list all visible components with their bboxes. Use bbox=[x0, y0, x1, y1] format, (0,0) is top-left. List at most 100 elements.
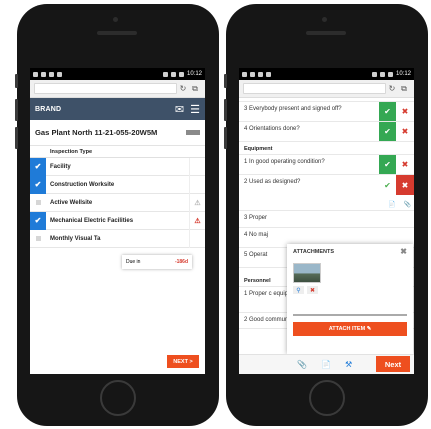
check-icon: ✔ bbox=[384, 127, 391, 136]
section-header-equipment: Equipment bbox=[239, 142, 414, 155]
check-icon: ✔ bbox=[384, 180, 391, 190]
checkbox-checked[interactable]: ✔ bbox=[30, 157, 46, 176]
inspection-type-row[interactable]: ✔ Mechanical Electric Facilities ⚠ bbox=[30, 211, 205, 230]
page-title: Gas Plant North 11-21-055-20W5M bbox=[35, 128, 158, 137]
screen-left: 10:12 ↻ ⧉ BRAND ✉ ☰ Gas Plant North 11-2… bbox=[30, 68, 205, 374]
menu-icon[interactable]: ☰ bbox=[190, 103, 200, 116]
screen-right: 10:12 ↻ ⧉ 3 Everybody present and signed… bbox=[239, 68, 414, 374]
yes-button[interactable]: ✔ bbox=[379, 175, 396, 195]
yes-button[interactable]: ✔ bbox=[379, 102, 396, 121]
question-text: 3 Proper bbox=[244, 215, 268, 221]
inspection-type-label: Active Wellsite bbox=[50, 199, 93, 206]
divider bbox=[293, 314, 407, 316]
brand-logo: BRAND bbox=[35, 105, 62, 113]
inspection-type-label: Mechanical Electric Facilities bbox=[50, 217, 134, 224]
yes-button[interactable]: ✔ bbox=[379, 155, 396, 174]
close-icon: ✖ bbox=[401, 127, 409, 136]
front-camera bbox=[322, 17, 327, 22]
no-button[interactable]: ✖ bbox=[396, 175, 414, 195]
next-button[interactable]: NEXT > bbox=[167, 355, 199, 368]
phone-right: 10:12 ↻ ⧉ 3 Everybody present and signed… bbox=[224, 4, 428, 426]
volume-up-button bbox=[15, 99, 18, 121]
warning-icon[interactable]: ⚠ bbox=[189, 193, 205, 212]
attach-icon[interactable]: 📎 bbox=[404, 201, 411, 208]
mute-switch bbox=[224, 74, 227, 88]
status-time: 10:12 bbox=[186, 71, 202, 77]
title-badge bbox=[186, 130, 200, 135]
inspection-type-label: Monthly Visual Ta bbox=[50, 235, 101, 242]
home-button bbox=[309, 380, 345, 416]
volume-down-button bbox=[224, 127, 227, 149]
status-bar: 10:12 bbox=[239, 68, 414, 80]
site-title-row: Gas Plant North 11-21-055-20W5M bbox=[30, 120, 205, 146]
question-row: 4 Orientations done? ✔ ✖ bbox=[239, 122, 414, 142]
attachments-modal: ATTACHMENTS ✖ ⚲ ✖ ATTACH ITEM ✎ bbox=[287, 244, 413, 354]
check-icon: ✔ bbox=[34, 162, 42, 171]
close-icon: ✖ bbox=[401, 180, 409, 190]
tools-icon[interactable]: ⚒ bbox=[345, 360, 352, 369]
document-icon[interactable]: 📄 bbox=[321, 360, 331, 369]
check-icon: ✔ bbox=[34, 180, 42, 189]
no-button[interactable]: ✖ bbox=[396, 155, 414, 174]
question-row: 3 Proper bbox=[239, 211, 414, 228]
close-icon: ✖ bbox=[401, 160, 409, 169]
checkbox-checked[interactable]: ✔ bbox=[30, 175, 46, 194]
mail-icon[interactable]: ✉ bbox=[175, 103, 184, 116]
inspection-type-row[interactable]: ✔ Facility bbox=[30, 157, 205, 176]
due-in-value: -186d bbox=[174, 259, 188, 265]
document-icon[interactable]: 📄 bbox=[388, 201, 395, 208]
question-text: 1 In good operating condition? bbox=[244, 159, 325, 165]
checkbox-unchecked[interactable] bbox=[30, 230, 46, 248]
warning-icon[interactable]: ⚠ bbox=[189, 211, 205, 230]
refresh-icon[interactable]: ↻ bbox=[386, 84, 398, 93]
inspection-type-label: Facility bbox=[50, 163, 71, 170]
status-bar: 10:12 bbox=[30, 68, 205, 80]
attach-icon[interactable]: 📎 bbox=[297, 360, 307, 369]
close-icon: ✖ bbox=[401, 107, 409, 116]
refresh-icon[interactable]: ↻ bbox=[177, 84, 189, 93]
front-camera bbox=[113, 17, 118, 22]
status-time: 10:12 bbox=[395, 71, 411, 77]
inspection-type-row[interactable]: ✔ Construction Worksite bbox=[30, 175, 205, 194]
no-button[interactable]: ✖ bbox=[396, 122, 414, 141]
due-in-label: Due in bbox=[126, 259, 141, 265]
close-icon[interactable]: ✖ bbox=[400, 248, 407, 256]
question-row: 3 Everybody present and signed off? ✔ ✖ bbox=[239, 102, 414, 122]
attach-item-button[interactable]: ATTACH ITEM ✎ bbox=[293, 322, 407, 336]
yes-button[interactable]: ✔ bbox=[379, 122, 396, 141]
volume-down-button bbox=[15, 127, 18, 149]
tabs-icon[interactable]: ⧉ bbox=[189, 84, 201, 94]
volume-up-button bbox=[224, 99, 227, 121]
search-icon[interactable]: ⚲ bbox=[293, 286, 304, 294]
browser-url-bar: ↻ ⧉ bbox=[239, 80, 414, 98]
app-header: BRAND ✉ ☰ bbox=[30, 98, 205, 120]
checkbox-checked[interactable]: ✔ bbox=[30, 211, 46, 230]
question-text: 3 Everybody present and signed off? bbox=[244, 106, 342, 112]
question-text: 2 Used as designed? bbox=[244, 179, 301, 185]
no-button[interactable]: ✖ bbox=[396, 102, 414, 121]
check-icon: ✔ bbox=[384, 107, 391, 116]
inspection-type-header: Inspection Type bbox=[30, 146, 205, 158]
home-button bbox=[100, 380, 136, 416]
due-in-tooltip: Due in -186d bbox=[122, 255, 192, 269]
earpiece-speaker bbox=[97, 31, 137, 35]
inspection-type-row[interactable]: Monthly Visual Ta bbox=[30, 229, 205, 248]
inspection-type-label: Construction Worksite bbox=[50, 181, 115, 188]
attachments-title: ATTACHMENTS bbox=[293, 249, 335, 255]
check-icon: ✔ bbox=[384, 160, 391, 169]
earpiece-speaker bbox=[306, 31, 346, 35]
tabs-icon[interactable]: ⧉ bbox=[398, 84, 410, 94]
checkbox-unchecked[interactable] bbox=[30, 194, 46, 212]
question-row: 1 In good operating condition? ✔ ✖ bbox=[239, 155, 414, 175]
browser-url-bar: ↻ ⧉ bbox=[30, 80, 205, 98]
check-icon: ✔ bbox=[34, 216, 42, 225]
url-input[interactable] bbox=[243, 83, 386, 94]
delete-icon[interactable]: ✖ bbox=[307, 286, 318, 294]
next-button[interactable]: Next bbox=[376, 356, 410, 372]
question-text: 4 Orientations done? bbox=[244, 126, 300, 132]
url-input[interactable] bbox=[34, 83, 177, 94]
question-row: 2 Used as designed? ✔ ✖ 📄 📎 bbox=[239, 175, 414, 211]
phone-left: 10:12 ↻ ⧉ BRAND ✉ ☰ Gas Plant North 11-2… bbox=[15, 4, 219, 426]
inspection-type-row[interactable]: Active Wellsite ⚠ bbox=[30, 193, 205, 212]
attachment-thumbnail[interactable] bbox=[293, 263, 321, 283]
